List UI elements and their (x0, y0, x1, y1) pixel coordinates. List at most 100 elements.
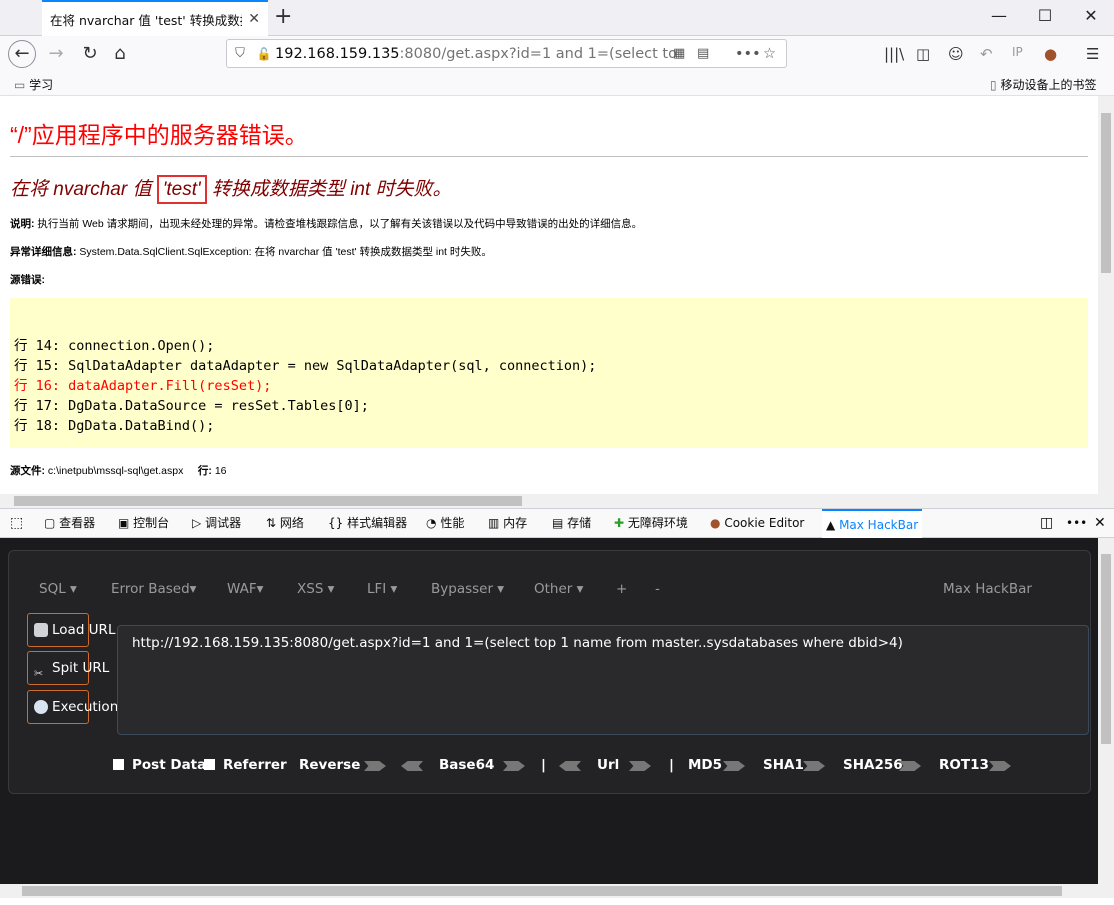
tab-style-editor[interactable]: {} 样式编辑器 (328, 509, 407, 538)
checkbox[interactable] (204, 759, 215, 770)
accessibility-icon: ✚ (614, 516, 625, 530)
page-horizontal-scrollbar[interactable] (0, 494, 1098, 508)
browser-tab[interactable]: 在将 nvarchar 值 'test' 转换成数据 ✕ (42, 0, 268, 36)
tab-storage[interactable]: ▤ 存储 (552, 509, 591, 538)
tab-max-hackbar[interactable]: ▲ Max HackBar (822, 509, 923, 538)
scrollbar-thumb[interactable] (1101, 554, 1111, 744)
url-textarea[interactable]: http://192.168.159.135:8080/get.aspx?id=… (117, 625, 1089, 735)
arrow-left-icon[interactable] (401, 761, 423, 771)
code-line-highlighted: 行 16: dataAdapter.Fill(resSet); (14, 378, 272, 394)
menu-plus[interactable]: + (616, 581, 627, 597)
tab-debugger[interactable]: ▷ 调试器 (192, 509, 241, 538)
scrollbar-thumb[interactable] (22, 886, 1062, 896)
page-vertical-scrollbar[interactable] (1098, 96, 1114, 508)
tab-network[interactable]: ⇅ 网络 (266, 509, 304, 538)
navigation-toolbar: ← → ↻ ⌂ ⛉ 🔓 192.168.159.135:8080/get.asp… (0, 36, 1114, 72)
sha256-button[interactable]: SHA256 (843, 757, 903, 773)
menu-minus[interactable]: - (655, 581, 660, 597)
back-button[interactable]: ← (8, 40, 36, 68)
post-data-label: Post Data (132, 757, 207, 773)
bookmark-folder-xuexi[interactable]: ▭ 学习 (14, 76, 53, 93)
scrollbar-thumb[interactable] (1101, 113, 1111, 273)
menu-sql[interactable]: SQL ▾ (39, 581, 77, 597)
sha1-button[interactable]: SHA1 (763, 757, 804, 773)
devtools-close-icon[interactable]: ✕ (1094, 509, 1106, 538)
tab-cookie-editor[interactable]: ● Cookie Editor (710, 509, 804, 538)
bookmark-star-icon[interactable]: ☆ (763, 46, 776, 62)
referrer-checkbox[interactable]: Referrer (204, 757, 287, 773)
load-url-button[interactable]: Load URL (27, 613, 115, 647)
hackbar-horizontal-scrollbar[interactable] (0, 884, 1114, 898)
inspector-icon: ▢ (44, 516, 56, 530)
hackbar-vertical-scrollbar[interactable] (1098, 538, 1114, 884)
menu-error-based[interactable]: Error Based▾ (111, 581, 196, 597)
tab-console[interactable]: ▣ 控制台 (118, 509, 169, 538)
menu-other[interactable]: Other ▾ (534, 581, 583, 597)
execution-icon (34, 700, 48, 714)
md5-button[interactable]: MD5 (688, 757, 722, 773)
reader-view-icon[interactable]: ▤ (697, 46, 709, 61)
menu-lfi[interactable]: LFI ▾ (367, 581, 397, 597)
reverse-button[interactable]: Reverse (299, 757, 360, 773)
tab-label: 样式编辑器 (347, 516, 408, 530)
tab-performance[interactable]: ◔ 性能 (426, 509, 464, 538)
rot13-arrow-icon[interactable] (989, 761, 1011, 771)
code-line: 行 15: SqlDataAdapter dataAdapter = new S… (14, 358, 597, 374)
tab-memory[interactable]: ▥ 内存 (488, 509, 527, 538)
tab-inspector[interactable]: ▢ 查看器 (44, 509, 95, 538)
menu-xss[interactable]: XSS ▾ (297, 581, 334, 597)
arrow-right-icon[interactable] (364, 761, 386, 771)
undo-icon[interactable]: ↶ (980, 45, 993, 63)
scrollbar-thumb[interactable] (14, 496, 522, 506)
source-code-block: 行 14: connection.Open(); 行 15: SqlDataAd… (10, 298, 1088, 448)
line-number: 16 (211, 465, 227, 477)
menu-icon[interactable]: ☰ (1086, 45, 1099, 63)
menu-waf[interactable]: WAF▾ (227, 581, 263, 597)
rot13-button[interactable]: ROT13 (939, 757, 989, 773)
dock-icon[interactable]: ◫ (1040, 509, 1053, 538)
forward-button[interactable]: → (42, 40, 70, 68)
checkbox[interactable] (113, 759, 124, 770)
md5-arrow-icon[interactable] (723, 761, 745, 771)
tab-label: 查看器 (59, 516, 96, 530)
hackbar-panel: SQL ▾ Error Based▾ WAF▾ XSS ▾ LFI ▾ Bypa… (0, 538, 1098, 884)
style-editor-icon: {} (328, 516, 344, 530)
referrer-label: Referrer (223, 757, 287, 773)
account-avatar-icon[interactable]: ☺ (948, 45, 964, 63)
separator: | (541, 757, 546, 773)
home-icon[interactable]: ⌂ (106, 40, 134, 68)
url-decode-arrow-icon[interactable] (559, 761, 581, 771)
menu-bypasser[interactable]: Bypasser ▾ (431, 581, 504, 597)
description-label: 说明: (10, 218, 35, 230)
hackbar-brand: Max HackBar (943, 581, 1032, 597)
execution-button[interactable]: Execution (27, 690, 118, 724)
split-url-button[interactable]: ✂ Spit URL (27, 651, 109, 685)
new-tab-button[interactable]: + (274, 4, 292, 30)
element-picker-icon[interactable]: ⬚ (10, 509, 23, 538)
base64-encode-arrow-icon[interactable] (503, 761, 525, 771)
qr-code-icon[interactable]: ▦ (673, 46, 685, 61)
reload-icon[interactable]: ↻ (76, 40, 104, 68)
url-encode-arrow-icon[interactable] (629, 761, 651, 771)
sidebar-icon[interactable]: ◫ (916, 45, 930, 63)
tab-title: 在将 nvarchar 值 'test' 转换成数据 (50, 12, 243, 28)
sha1-arrow-icon[interactable] (803, 761, 825, 771)
ip-extension-icon[interactable]: IP (1012, 45, 1023, 59)
shield-icon[interactable]: ⛉ (227, 46, 253, 61)
tab-accessibility[interactable]: ✚ 无障碍环境 (614, 509, 688, 538)
minimize-button[interactable]: — (976, 6, 1022, 25)
post-data-checkbox[interactable]: Post Data (113, 757, 206, 773)
tab-close-icon[interactable]: ✕ (248, 11, 260, 27)
library-icon[interactable]: |||\ (884, 45, 904, 63)
cookie-icon[interactable]: ● (1044, 45, 1057, 63)
mobile-bookmarks[interactable]: ▯ 移动设备上的书签 (990, 76, 1096, 93)
page-actions-icon[interactable]: ••• (735, 46, 761, 62)
tab-label: 网络 (279, 516, 304, 530)
devtools-menu-icon[interactable]: ••• (1066, 509, 1087, 538)
insecure-lock-icon[interactable]: 🔓 (253, 47, 275, 61)
url-bar[interactable]: ⛉ 🔓 192.168.159.135:8080/get.aspx?id=1 a… (226, 39, 787, 68)
code-line: 行 17: DgData.DataSource = resSet.Tables[… (14, 398, 369, 414)
network-icon: ⇅ (266, 516, 277, 530)
window-close-button[interactable]: ✕ (1068, 6, 1114, 25)
maximize-button[interactable]: ☐ (1022, 6, 1068, 25)
